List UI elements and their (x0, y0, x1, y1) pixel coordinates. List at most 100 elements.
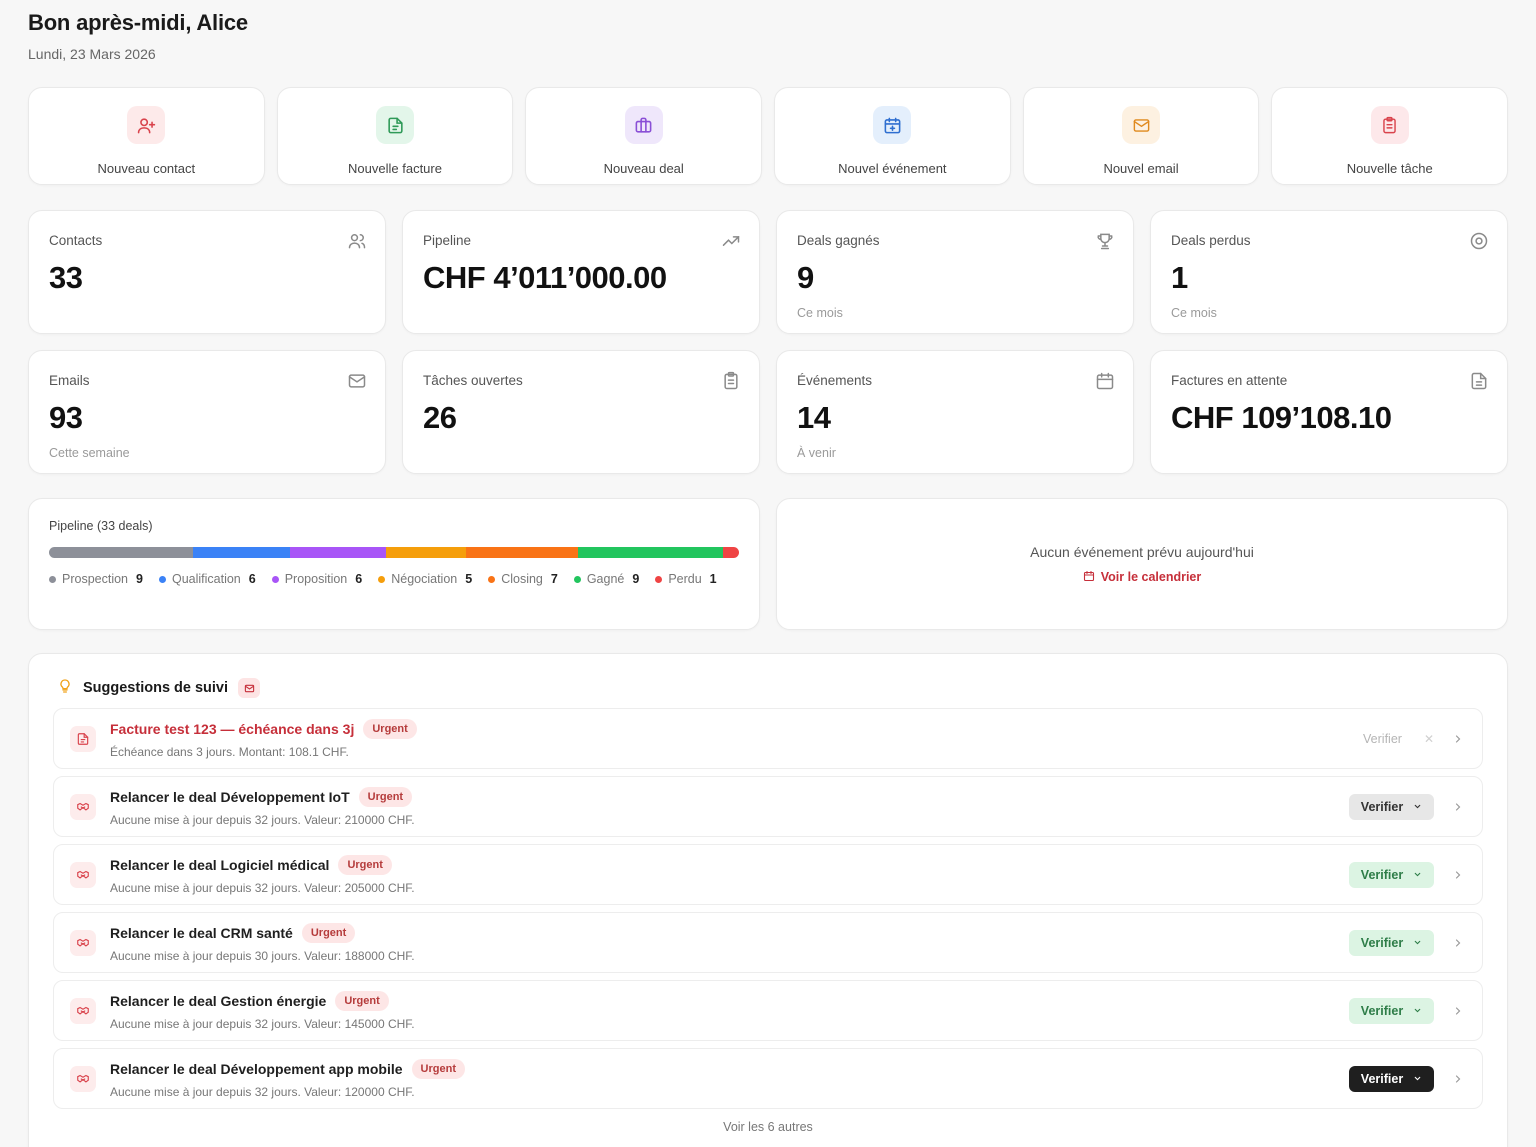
quick-action-label: Nouveau deal (603, 161, 684, 176)
urgent-badge: Urgent (358, 786, 413, 807)
stat-value: CHF 4’011’000.00 (423, 260, 667, 295)
chevron-down-icon (1413, 800, 1422, 814)
quick-action-mail[interactable]: Nouvel email (1022, 87, 1260, 185)
verify-label: Verifier (1360, 799, 1404, 814)
suggestion-title-row: Facture test 123 — échéance dans 3j Urgen… (110, 718, 1363, 739)
urgent-badge: Urgent (363, 718, 417, 739)
chevron-right-icon[interactable] (1448, 869, 1468, 881)
suggestion-row[interactable]: Relancer le deal Logiciel médical Urgent A… (53, 844, 1483, 905)
suggestion-description: Aucune mise à jour depuis 32 jours. Vale… (110, 1016, 415, 1031)
clipboard-icon (721, 371, 741, 391)
suggestion-title: Facture test 123 — échéance dans 3j (110, 720, 355, 737)
briefcase-icon (624, 106, 663, 144)
suggestion-row[interactable]: Facture test 123 — échéance dans 3j Urgen… (53, 708, 1483, 769)
suggestions-card: Suggestions de suivi Facture test 123 — … (28, 653, 1508, 1147)
pipeline-segment-proposition (289, 547, 386, 558)
suggestion-row[interactable]: Relancer le deal Gestion énergie Urgent Au… (53, 980, 1483, 1041)
legend-label: Qualification (171, 572, 241, 586)
stat-label: Événements (797, 373, 873, 388)
handshake-icon (70, 997, 96, 1024)
pipeline-title: Pipeline (33 deals) (49, 519, 153, 533)
quick-action-invoice[interactable]: Nouvelle facture (276, 87, 514, 185)
user-plus-icon (127, 106, 166, 144)
urgent-badge: Urgent (338, 854, 392, 875)
stat-subtitle: À venir (797, 446, 836, 460)
calendar-icon (1083, 570, 1095, 585)
quick-action-briefcase[interactable]: Nouveau deal (525, 87, 763, 185)
quick-action-label: Nouvel email (1103, 161, 1179, 176)
trend-up-icon (721, 231, 741, 251)
mail-icon (1122, 106, 1161, 144)
chevron-right-icon[interactable] (1448, 733, 1468, 745)
stat-card[interactable]: Deals gagnés 9 Ce mois (776, 210, 1134, 334)
pipeline-bar (49, 547, 739, 558)
chevron-down-icon (1413, 1004, 1422, 1018)
suggestion-title: Relancer le deal Développement IoT (110, 788, 350, 805)
suggestion-body: Relancer le deal Développement IoT Urgent… (110, 786, 1349, 827)
handshake-icon (70, 861, 96, 888)
suggestion-description: Aucune mise à jour depuis 32 jours. Vale… (110, 880, 415, 895)
legend-dot (271, 575, 279, 583)
stats-row-1: Contacts 33 Pipeline CHF 4’011’000.00 Deals … (28, 210, 1508, 334)
urgent-badge: Urgent (301, 922, 356, 943)
stat-label: Deals perdus (1171, 233, 1251, 248)
suggestion-title-row: Relancer le deal CRM santé Urgent (110, 922, 1349, 943)
dismiss-icon[interactable]: ✕ (1424, 732, 1434, 746)
suggestion-row[interactable]: Relancer le deal CRM santé Urgent Aucune m… (53, 912, 1483, 973)
stat-value: CHF 109’108.10 (1171, 400, 1392, 435)
quick-action-user-plus[interactable]: Nouveau contact (28, 87, 265, 185)
verify-button[interactable]: Verifier (1349, 861, 1434, 888)
calendar-icon (1095, 371, 1115, 391)
stat-card[interactable]: Emails 93 Cette semaine (28, 350, 386, 474)
handshake-icon (70, 929, 96, 956)
chevron-right-icon[interactable] (1448, 801, 1468, 813)
suggestion-description: Échéance dans 3 jours. Montant: 108.1 CH… (110, 744, 349, 759)
legend-count: 5 (465, 572, 473, 586)
suggestion-title-row: Relancer le deal Gestion énergie Urgent (110, 990, 1349, 1011)
stat-card[interactable]: Tâches ouvertes 26 (402, 350, 760, 474)
chevron-right-icon[interactable] (1448, 1005, 1468, 1017)
suggestion-row[interactable]: Relancer le deal Développement app mobil… (53, 1048, 1483, 1109)
stat-card[interactable]: Événements 14 À venir (776, 350, 1134, 474)
legend-dot (378, 575, 386, 583)
verify-button[interactable]: Verifier (1349, 793, 1434, 820)
legend-dot (488, 575, 496, 583)
stats-row-2: Emails 93 Cette semaine Tâches ouvertes 26 Év… (28, 350, 1508, 474)
stat-label: Factures en attente (1171, 373, 1288, 388)
suggestion-row[interactable]: Relancer le deal Développement IoT Urgent… (53, 776, 1483, 837)
events-card: Aucun événement prévu aujourd'hui Voir l… (776, 498, 1508, 630)
view-more-link[interactable]: Voir les 6 autres (53, 1120, 1483, 1134)
no-events-text: Aucun événement prévu aujourd'hui (1030, 543, 1254, 560)
mail-icon (347, 371, 367, 391)
suggestion-body: Facture test 123 — échéance dans 3j Urgen… (110, 718, 1363, 759)
verify-button[interactable]: Verifier (1363, 726, 1402, 752)
legend-label: Négociation (391, 572, 458, 586)
stat-card[interactable]: Pipeline CHF 4’011’000.00 (402, 210, 760, 334)
legend-count: 6 (248, 572, 256, 586)
chevron-right-icon[interactable] (1448, 1073, 1468, 1085)
suggestion-body: Relancer le deal Logiciel médical Urgent A… (110, 854, 1349, 895)
chevron-right-icon[interactable] (1448, 937, 1468, 949)
verify-label: Verifier (1363, 731, 1402, 746)
verify-button[interactable]: Verifier (1349, 929, 1434, 956)
legend-dot (158, 575, 166, 583)
verify-button[interactable]: Verifier (1349, 1065, 1434, 1092)
quick-action-clipboard[interactable]: Nouvelle tâche (1271, 87, 1509, 185)
pipeline-card: Pipeline (33 deals) Prospection 9 Qualific… (28, 498, 760, 630)
suggestion-title-row: Relancer le deal Développement IoT Urgent (110, 786, 1349, 807)
suggestion-description: Aucune mise à jour depuis 30 jours. Vale… (110, 948, 415, 963)
quick-action-label: Nouveau contact (97, 161, 196, 176)
pipeline-segment-prospection (49, 547, 194, 558)
verify-button[interactable]: Verifier (1349, 997, 1434, 1024)
view-calendar-link[interactable]: Voir le calendrier (1083, 570, 1201, 585)
quick-actions: Nouveau contact Nouvelle facture Nouveau d… (28, 87, 1509, 185)
stat-card[interactable]: Factures en attente CHF 109’108.10 (1150, 350, 1508, 474)
users-icon (347, 231, 367, 251)
quick-action-calendar-plus[interactable]: Nouvel événement (774, 87, 1011, 185)
legend-label: Proposition (284, 572, 348, 586)
stat-card[interactable]: Contacts 33 (28, 210, 386, 334)
suggestion-body: Relancer le deal Développement app mobil… (110, 1058, 1349, 1099)
stat-card[interactable]: Deals perdus 1 Ce mois (1150, 210, 1508, 334)
stat-label: Emails (49, 373, 90, 388)
file-icon (1469, 371, 1489, 391)
